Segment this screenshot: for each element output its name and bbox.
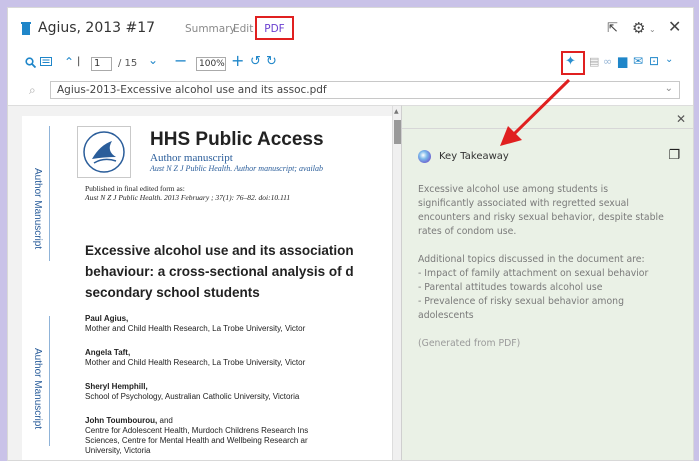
side-label: Author Manuscript xyxy=(32,348,43,430)
sparkle-icon: ✦ xyxy=(565,54,576,69)
pages-icon[interactable]: ▤ xyxy=(589,55,599,68)
topics-line: adolescents xyxy=(418,310,474,321)
file-name: Agius-2013-Excessive alcohol use and its… xyxy=(57,84,327,96)
hhs-public-access-title: HHS Public Access xyxy=(150,129,324,150)
close-icon[interactable]: ✕ xyxy=(676,112,686,126)
side-label: Author Manuscript xyxy=(32,168,43,250)
chevron-down-icon: ⌄ xyxy=(664,83,673,94)
rotate-left-icon[interactable]: ↺ xyxy=(250,54,261,69)
summary-line: rates of condom use. xyxy=(418,226,517,237)
author-manuscript-label: Author manuscript xyxy=(150,152,233,164)
print-icon[interactable]: ▆ xyxy=(618,54,627,68)
author-name: John Toumbourou, and xyxy=(85,416,173,425)
author-affiliation: Mother and Child Health Research, La Tro… xyxy=(85,358,306,367)
panel-divider xyxy=(402,128,693,129)
title-bar: Agius, 2013 #17 Summary Edit PDF ⇱ ⚙ ⌄ ✕ xyxy=(8,8,693,48)
chevron-down-icon[interactable]: ⌄ xyxy=(649,25,656,34)
author-name: Sheryl Hemphill, xyxy=(85,382,148,391)
copy-icon[interactable]: ❐ xyxy=(668,148,680,163)
external-link-icon[interactable]: ⇱ xyxy=(607,21,618,36)
layout-icon[interactable]: ⊡ xyxy=(649,54,659,68)
author-affiliation: Centre for Adolescent Health, Murdoch Ch… xyxy=(85,426,309,435)
paper-title-line: secondary school students xyxy=(85,285,260,300)
link-icon[interactable]: ∞ xyxy=(603,55,612,68)
zoom-in-icon[interactable]: + xyxy=(231,51,244,70)
ai-summarize-button[interactable]: ✦ xyxy=(561,51,585,75)
journal-line: Aust N Z J Public Health. Author manuscr… xyxy=(150,164,323,173)
page-count: / 15 xyxy=(118,58,138,69)
notes-icon[interactable] xyxy=(40,57,52,68)
tab-pdf-label: PDF xyxy=(264,23,285,35)
attachment-icon: ⌕ xyxy=(29,83,36,97)
page-number-input[interactable]: 1 xyxy=(91,57,112,71)
page-divider: | xyxy=(77,56,81,67)
topics-line: - Prevalence of risky sexual behavior am… xyxy=(418,296,624,307)
topics-line: - Parental attitudes towards alcohol use xyxy=(418,282,603,293)
summary-line: significantly associated with regretted … xyxy=(418,198,629,209)
author-name: Paul Agius, xyxy=(85,314,129,323)
generated-note: (Generated from PDF) xyxy=(418,338,521,349)
zoom-out-icon[interactable]: − xyxy=(174,51,187,70)
author-affiliation: Mother and Child Health Research, La Tro… xyxy=(85,324,306,333)
zoom-input[interactable]: 100% xyxy=(196,57,226,71)
trash-icon[interactable] xyxy=(21,22,31,35)
reference-title: Agius, 2013 #17 xyxy=(38,20,156,36)
file-select[interactable]: Agius-2013-Excessive alcohol use and its… xyxy=(50,81,680,99)
ai-assistant-icon xyxy=(418,150,431,163)
rotate-right-icon[interactable]: ↻ xyxy=(266,54,277,69)
tab-pdf[interactable]: PDF xyxy=(255,16,294,40)
pdf-toolbar: ⌃ | 1 / 15 ⌄ − 100% + ↺ ↻ ✦ ▤ ∞ ▆ ✉ ⊡ ⌄ xyxy=(8,48,693,78)
email-icon[interactable]: ✉ xyxy=(633,54,643,68)
hhs-logo-icon xyxy=(77,126,131,178)
pdf-scrollbar[interactable]: ▲ xyxy=(392,106,401,460)
close-icon[interactable]: ✕ xyxy=(668,17,681,36)
author-name: Angela Taft, xyxy=(85,348,131,357)
margin-line xyxy=(49,126,50,261)
layout-dropdown-icon[interactable]: ⌄ xyxy=(665,54,673,65)
previous-page-icon[interactable]: ⌃ xyxy=(64,55,74,69)
scroll-thumb[interactable] xyxy=(394,120,401,144)
author-affiliation-continued: University, Victoria xyxy=(85,446,151,455)
app-window: Agius, 2013 #17 Summary Edit PDF ⇱ ⚙ ⌄ ✕… xyxy=(7,7,694,461)
summary-line: Excessive alcohol use among students is xyxy=(418,184,609,195)
paper-title-line: behaviour: a cross-sectional analysis of… xyxy=(85,264,354,279)
file-row: ⌕ Agius-2013-Excessive alcohol use and i… xyxy=(8,79,693,103)
author-affiliation: School of Psychology, Australian Catholi… xyxy=(85,392,300,401)
paper-title-line: Excessive alcohol use and its associatio… xyxy=(85,243,354,258)
pdf-viewer[interactable]: Author Manuscript Author Manuscript HHS … xyxy=(8,105,401,460)
citation: Aust N Z J Public Health. 2013 February … xyxy=(85,193,291,202)
paper-title: Excessive alcohol use and its associatio… xyxy=(85,240,394,303)
topics-line: - Impact of family attachment on sexual … xyxy=(418,268,649,279)
pdf-page: Author Manuscript Author Manuscript HHS … xyxy=(22,116,394,460)
margin-line xyxy=(49,316,50,446)
tab-edit[interactable]: Edit xyxy=(233,23,253,35)
tab-summary[interactable]: Summary xyxy=(185,23,236,35)
gear-icon[interactable]: ⚙ xyxy=(632,19,645,37)
next-page-icon[interactable]: ⌄ xyxy=(148,53,158,67)
key-takeaway-heading: Key Takeaway xyxy=(439,151,509,162)
summary-line: encounters and risky sexual behavior, de… xyxy=(418,212,664,223)
scroll-up-icon[interactable]: ▲ xyxy=(394,108,399,115)
author-affiliation-continued: Sciences, Centre for Mental Health and W… xyxy=(85,436,308,445)
search-icon[interactable] xyxy=(25,57,36,68)
ai-summary-panel: ✕ Key Takeaway ❐ Excessive alcohol use a… xyxy=(401,105,693,460)
published-in: Published in final edited form as: xyxy=(85,184,185,193)
topics-line: Additional topics discussed in the docum… xyxy=(418,254,645,265)
